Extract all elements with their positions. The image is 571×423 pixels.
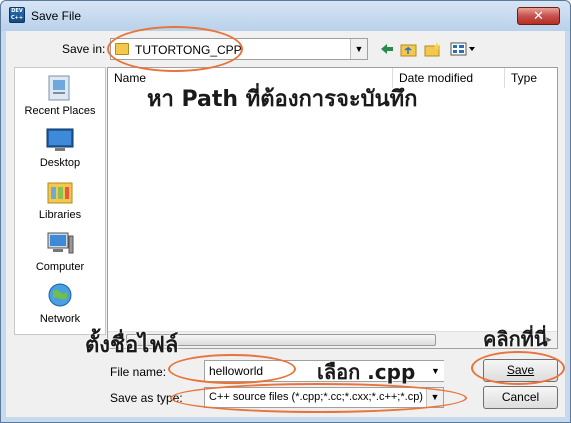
annotation-path-text: หา Path ที่ต้องการจะบันทึก: [147, 87, 418, 112]
place-label: Network: [39, 313, 81, 325]
save-in-combo[interactable]: TUTORTONG_CPP ▼: [110, 38, 368, 60]
view-menu-icon[interactable]: [450, 41, 476, 57]
column-type[interactable]: Type: [505, 68, 557, 88]
chevron-down-icon[interactable]: ▼: [426, 388, 443, 407]
place-label: Libraries: [38, 209, 82, 221]
place-desktop[interactable]: Desktop: [15, 126, 105, 169]
file-name-chevron-down-icon[interactable]: ▼: [427, 361, 444, 381]
save-as-type-combo[interactable]: C++ source files (*.cpp;*.cc;*.cxx;*.c++…: [204, 387, 444, 408]
place-computer[interactable]: Computer: [15, 230, 105, 273]
place-label: Desktop: [39, 157, 81, 169]
computer-icon: [45, 230, 75, 258]
place-label: Recent Places: [24, 105, 96, 117]
place-label: Computer: [35, 261, 85, 273]
save-button-label: Save: [506, 363, 535, 377]
annotation-click-text: คลิกที่นี่: [483, 327, 548, 351]
places-bar: Recent Places Desktop Libraries Computer: [14, 67, 106, 335]
annotation-cpp-text: เลือก .cpp: [317, 360, 416, 384]
save-as-type-value: C++ source files (*.cpp;*.cc;*.cxx;*.c++…: [209, 391, 423, 403]
annotation-filename-text: ตั้งชื่อไฟล์: [85, 333, 179, 358]
save-as-type-label: Save as type:: [110, 391, 183, 405]
back-icon[interactable]: [379, 41, 395, 57]
recent-places-icon: [45, 74, 75, 102]
chevron-down-icon[interactable]: ▼: [350, 39, 367, 59]
place-recent-places[interactable]: Recent Places: [15, 74, 105, 117]
file-name-label: File name:: [110, 365, 167, 379]
libraries-icon: [45, 178, 75, 206]
desktop-icon: [45, 126, 75, 154]
save-file-dialog: DEV C++ Save File ✕ Save in: TUTORTONG_C…: [0, 0, 571, 423]
up-folder-icon[interactable]: [400, 41, 418, 57]
save-in-value: TUTORTONG_CPP: [135, 43, 242, 57]
close-button[interactable]: ✕: [517, 7, 560, 25]
folder-icon: [115, 43, 129, 55]
save-button[interactable]: Save: [483, 359, 558, 382]
cancel-button[interactable]: Cancel: [483, 386, 558, 409]
network-icon: [45, 282, 75, 310]
save-in-label: Save in:: [62, 42, 106, 56]
place-network[interactable]: Network: [15, 282, 105, 325]
new-folder-icon[interactable]: [424, 41, 442, 57]
devcpp-app-icon: DEV C++: [9, 7, 25, 23]
window-title: Save File: [31, 9, 82, 23]
place-libraries[interactable]: Libraries: [15, 178, 105, 221]
title-bar[interactable]: DEV C++ Save File ✕: [1, 1, 570, 31]
